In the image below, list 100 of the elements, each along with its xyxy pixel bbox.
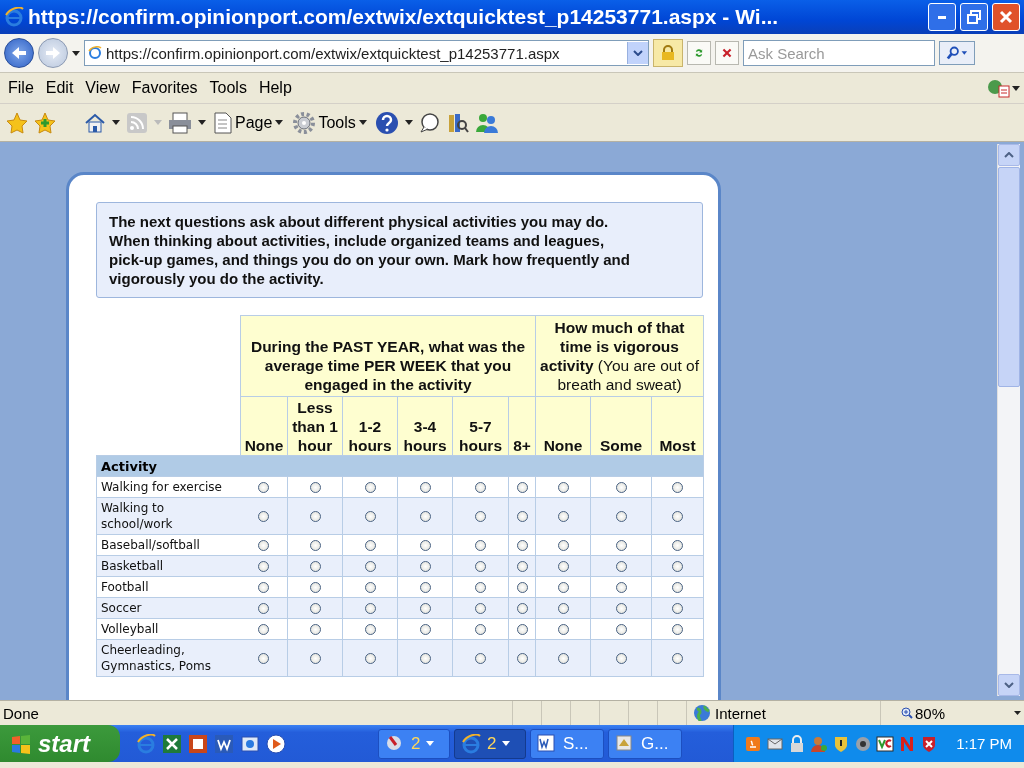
- search-field[interactable]: Ask Search: [743, 40, 935, 66]
- minimize-button[interactable]: [928, 3, 956, 31]
- home-icon[interactable]: [84, 111, 106, 134]
- radio-button[interactable]: [557, 624, 569, 636]
- radio-button[interactable]: [516, 603, 528, 615]
- radio-button[interactable]: [419, 653, 431, 665]
- menu-item[interactable]: Favorites: [127, 77, 206, 99]
- media-player-icon[interactable]: [266, 733, 286, 754]
- radio-button[interactable]: [516, 653, 528, 665]
- radio-button[interactable]: [364, 603, 376, 615]
- zoom-level[interactable]: 80%: [915, 704, 946, 722]
- radio-button[interactable]: [475, 582, 486, 594]
- radio-button[interactable]: [364, 582, 376, 594]
- menu-item[interactable]: Edit: [41, 77, 82, 99]
- radio-button[interactable]: [615, 561, 627, 573]
- radio-button[interactable]: [419, 511, 431, 523]
- radio-button[interactable]: [419, 540, 431, 552]
- speech-bubble-icon[interactable]: [418, 111, 441, 134]
- radio-button[interactable]: [258, 540, 270, 552]
- radio-button[interactable]: [516, 511, 528, 523]
- search-button[interactable]: [939, 41, 975, 65]
- star-icon[interactable]: [6, 111, 28, 134]
- radio-button[interactable]: [516, 482, 528, 494]
- page-menu-button[interactable]: Page: [212, 111, 286, 134]
- radio-button[interactable]: [557, 511, 569, 523]
- radio-button[interactable]: [258, 482, 270, 494]
- stop-button[interactable]: [715, 41, 739, 65]
- menu-item[interactable]: Help: [254, 77, 300, 99]
- radio-button[interactable]: [364, 653, 376, 665]
- radio-button[interactable]: [258, 582, 270, 594]
- browser-icon[interactable]: [136, 733, 156, 754]
- radio-button[interactable]: [364, 540, 376, 552]
- radio-button[interactable]: [557, 582, 569, 594]
- radio-button[interactable]: [258, 561, 270, 573]
- radio-button[interactable]: [672, 561, 684, 573]
- radio-button[interactable]: [475, 511, 486, 523]
- radio-button[interactable]: [258, 624, 270, 636]
- globe-document-icon[interactable]: [986, 78, 1012, 98]
- menu-item[interactable]: View: [81, 77, 128, 99]
- spreadsheet-icon[interactable]: [162, 733, 182, 754]
- caret-icon[interactable]: [198, 120, 206, 125]
- back-button[interactable]: [4, 38, 34, 68]
- radio-button[interactable]: [309, 624, 321, 636]
- radio-button[interactable]: [475, 603, 486, 615]
- radio-button[interactable]: [615, 511, 627, 523]
- restore-button[interactable]: [960, 3, 988, 31]
- printer-icon[interactable]: [168, 111, 192, 134]
- radio-button[interactable]: [475, 624, 486, 636]
- radio-button[interactable]: [516, 561, 528, 573]
- radio-button[interactable]: [615, 482, 627, 494]
- radio-button[interactable]: [516, 540, 528, 552]
- radio-button[interactable]: [672, 540, 684, 552]
- radio-button[interactable]: [475, 653, 486, 665]
- radio-button[interactable]: [557, 482, 569, 494]
- tools-menu-button[interactable]: Tools: [291, 111, 369, 134]
- radio-button[interactable]: [615, 603, 627, 615]
- radio-button[interactable]: [309, 482, 321, 494]
- address-field[interactable]: https://confirm.opinionport.com/extwix/extquicktest_p14253771.aspx: [84, 40, 649, 66]
- radio-button[interactable]: [615, 624, 627, 636]
- radio-button[interactable]: [516, 582, 528, 594]
- radio-button[interactable]: [419, 624, 431, 636]
- caret-icon[interactable]: [72, 50, 80, 56]
- radio-button[interactable]: [419, 603, 431, 615]
- scrollbar-thumb[interactable]: [998, 167, 1020, 387]
- radio-button[interactable]: [475, 482, 486, 494]
- radio-button[interactable]: [364, 482, 376, 494]
- radio-button[interactable]: [615, 540, 627, 552]
- add-favorite-icon[interactable]: [34, 111, 56, 134]
- radio-button[interactable]: [309, 540, 321, 552]
- scroll-up-button[interactable]: [998, 144, 1020, 166]
- word-processor-icon[interactable]: [214, 733, 234, 754]
- radio-button[interactable]: [419, 482, 431, 494]
- radio-button[interactable]: [364, 561, 376, 573]
- java-icon[interactable]: [744, 734, 763, 753]
- radio-button[interactable]: [364, 511, 376, 523]
- books-icon[interactable]: [446, 111, 469, 134]
- taskbar-button[interactable]: G...: [608, 728, 682, 759]
- radio-button[interactable]: [258, 653, 270, 665]
- radio-button[interactable]: [419, 561, 431, 573]
- caret-icon[interactable]: [404, 120, 413, 125]
- radio-button[interactable]: [309, 653, 321, 665]
- radio-button[interactable]: [672, 582, 684, 594]
- radio-button[interactable]: [475, 540, 486, 552]
- radio-button[interactable]: [557, 603, 569, 615]
- help-icon[interactable]: [374, 110, 399, 135]
- radio-button[interactable]: [557, 540, 569, 552]
- taskbar-button[interactable]: 2: [454, 728, 526, 759]
- radio-button[interactable]: [309, 511, 321, 523]
- radio-button[interactable]: [309, 603, 321, 615]
- presentation-icon[interactable]: [188, 733, 208, 754]
- radio-button[interactable]: [615, 582, 627, 594]
- radio-button[interactable]: [258, 511, 270, 523]
- radio-button[interactable]: [615, 653, 627, 665]
- scroll-down-button[interactable]: [998, 674, 1020, 696]
- taskbar-button[interactable]: S...: [530, 728, 604, 759]
- radio-button[interactable]: [672, 653, 684, 665]
- radio-button[interactable]: [475, 561, 486, 573]
- radio-button[interactable]: [672, 624, 684, 636]
- radio-button[interactable]: [672, 603, 684, 615]
- people-icon[interactable]: [474, 111, 499, 134]
